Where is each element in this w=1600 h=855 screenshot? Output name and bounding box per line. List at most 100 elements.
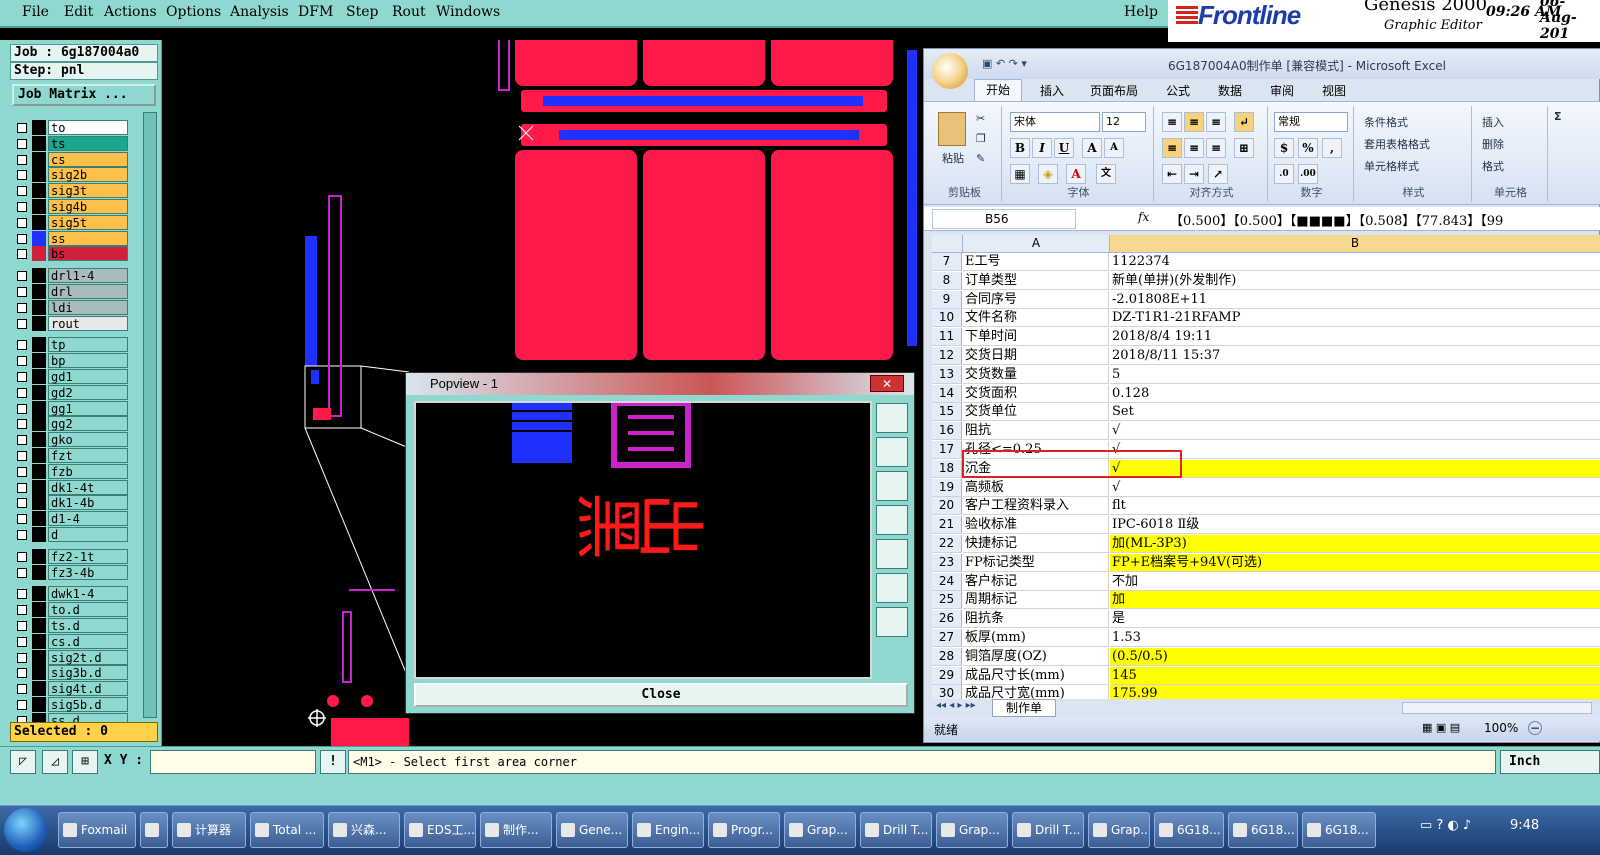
layer-checkbox[interactable] bbox=[17, 498, 27, 509]
layer-row-to.d[interactable]: to.d bbox=[12, 602, 130, 618]
taskbar-item[interactable]: 制作... bbox=[480, 812, 552, 848]
layer-row-d1-4[interactable]: d1-4 bbox=[12, 511, 130, 527]
layer-row-fzb[interactable]: fzb bbox=[12, 463, 130, 479]
layer-checkbox[interactable] bbox=[17, 356, 27, 367]
cell-a[interactable]: 板厚(mm) bbox=[963, 629, 1109, 647]
zoom-out-icon[interactable]: − bbox=[1528, 721, 1542, 735]
row-header[interactable]: 30 bbox=[932, 685, 962, 699]
layer-row-ts.d[interactable]: ts.d bbox=[12, 618, 130, 633]
layer-checkbox[interactable] bbox=[17, 605, 27, 616]
layer-row-fz2-1t[interactable]: fz2-1t bbox=[12, 548, 130, 564]
xy-input[interactable] bbox=[150, 750, 316, 774]
taskbar-item[interactable]: Engin... bbox=[632, 812, 704, 848]
layer-row-sig3t[interactable]: sig3t bbox=[12, 183, 130, 199]
format-as-table-button[interactable]: 套用表格格式 bbox=[1364, 136, 1430, 152]
layer-row-dwk1-4[interactable]: dwk1-4 bbox=[12, 586, 130, 602]
cell-a[interactable]: FP标记类型 bbox=[963, 553, 1109, 572]
layer-checkbox[interactable] bbox=[17, 318, 27, 329]
cell-a[interactable]: 客户标记 bbox=[963, 572, 1109, 591]
layer-row-drl1-4[interactable]: drl1-4 bbox=[12, 268, 130, 284]
insert-cells-button[interactable]: 插入 bbox=[1482, 114, 1504, 130]
layer-name[interactable]: cs.d bbox=[48, 633, 128, 649]
layer-checkbox[interactable] bbox=[17, 340, 27, 351]
layer-name[interactable]: d1-4 bbox=[48, 511, 128, 527]
layer-name[interactable]: drl bbox=[48, 284, 128, 299]
popview-canvas[interactable]: 出黑 bbox=[414, 400, 872, 679]
sheet-tab-active[interactable]: 制作单 bbox=[992, 699, 1056, 717]
layer-checkbox[interactable] bbox=[17, 700, 27, 710]
popview-zoom-out-button[interactable] bbox=[876, 607, 908, 637]
cell-a[interactable]: 下单时间 bbox=[963, 328, 1109, 347]
wrap-text-icon[interactable]: ↵ bbox=[1234, 112, 1254, 132]
row-header[interactable]: 15 bbox=[932, 403, 962, 422]
copy-icon[interactable]: ❐ bbox=[976, 132, 986, 145]
layer-name[interactable]: gko bbox=[48, 432, 128, 448]
layer-checkbox[interactable] bbox=[17, 138, 27, 149]
align-center-icon[interactable]: ≡ bbox=[1184, 138, 1204, 158]
taskbar-item[interactable]: EDS工... bbox=[404, 812, 476, 848]
cell-a[interactable]: 交货面积 bbox=[963, 384, 1109, 403]
font-color-icon[interactable]: A bbox=[1066, 164, 1086, 184]
cell-styles-button[interactable]: 单元格样式 bbox=[1364, 158, 1419, 174]
row-header[interactable]: 9 bbox=[932, 290, 962, 309]
layer-checkbox[interactable] bbox=[17, 233, 27, 244]
phonetic-icon[interactable]: 文 bbox=[1096, 164, 1116, 184]
cell-a[interactable]: 阻抗条 bbox=[963, 610, 1109, 629]
sheet-nav-arrows-icon[interactable]: ◂◂ ◂ ▸ ▸▸ bbox=[936, 700, 976, 711]
accounting-format-icon[interactable]: $ bbox=[1274, 138, 1294, 158]
increase-indent-icon[interactable]: ⇥ bbox=[1184, 164, 1204, 184]
layer-row-bp[interactable]: bp bbox=[12, 353, 130, 369]
tab-page-layout[interactable]: 页面布局 bbox=[1090, 82, 1138, 99]
layer-checkbox[interactable] bbox=[17, 249, 27, 260]
font-size-box[interactable]: 12 bbox=[1102, 112, 1146, 132]
delete-cells-button[interactable]: 删除 bbox=[1482, 136, 1504, 152]
horizontal-scrollbar[interactable] bbox=[1402, 702, 1592, 714]
layer-checkbox[interactable] bbox=[17, 186, 27, 197]
layer-row-sig4b[interactable]: sig4b bbox=[12, 199, 130, 214]
quick-access-save-icon[interactable]: ▣ ↶ ↷ ▾ bbox=[982, 57, 1027, 70]
view-buttons-icon[interactable]: ▦ ▣ ▤ bbox=[1422, 721, 1460, 734]
paste-icon[interactable] bbox=[938, 112, 966, 146]
layer-checkbox[interactable] bbox=[17, 435, 27, 446]
layer-name[interactable]: sig4b bbox=[48, 199, 128, 214]
zoom-level[interactable]: 100% bbox=[1484, 721, 1518, 735]
cell-a[interactable]: 阻抗 bbox=[963, 422, 1109, 441]
layer-row-gd2[interactable]: gd2 bbox=[12, 384, 130, 400]
layer-checkbox[interactable] bbox=[17, 154, 27, 165]
layer-checkbox[interactable] bbox=[17, 551, 27, 562]
cell-a[interactable]: 快捷标记 bbox=[963, 535, 1109, 553]
layer-row-cs.d[interactable]: cs.d bbox=[12, 633, 130, 649]
taskbar-item[interactable]: Total ... bbox=[250, 812, 324, 848]
cell-a[interactable]: 合同序号 bbox=[963, 290, 1109, 309]
cell-a[interactable]: 订单类型 bbox=[963, 271, 1109, 290]
layer-name[interactable]: ts.d bbox=[48, 618, 128, 633]
cell-b[interactable]: 加 bbox=[1110, 591, 1600, 610]
layer-row-sig5b.d[interactable]: sig5b.d bbox=[12, 697, 130, 712]
layer-name[interactable]: fzt bbox=[48, 448, 128, 463]
layer-checkbox[interactable] bbox=[17, 636, 27, 647]
taskbar-item[interactable]: Grap... bbox=[936, 812, 1008, 848]
layer-checkbox[interactable] bbox=[17, 372, 27, 382]
format-cells-button[interactable]: 格式 bbox=[1482, 158, 1504, 174]
name-box[interactable]: B56 bbox=[932, 209, 1076, 229]
cell-b[interactable]: 1122374 bbox=[1110, 253, 1600, 271]
layer-row-to[interactable]: to bbox=[12, 120, 130, 135]
select-all-corner[interactable] bbox=[932, 235, 963, 253]
layer-name[interactable]: bp bbox=[48, 353, 128, 369]
taskbar-item[interactable]: 6G18... bbox=[1228, 812, 1298, 848]
column-header-b[interactable]: B bbox=[1110, 235, 1600, 253]
layer-row-rout[interactable]: rout bbox=[12, 315, 130, 331]
cell-a[interactable]: 成品尺寸宽(mm) bbox=[963, 685, 1109, 699]
layer-checkbox[interactable] bbox=[17, 652, 27, 663]
taskbar-item[interactable]: Grap... bbox=[784, 812, 856, 848]
cell-b[interactable]: 是 bbox=[1110, 610, 1600, 629]
decrease-decimal-icon[interactable]: .00 bbox=[1298, 164, 1318, 184]
layer-name[interactable]: sig4t.d bbox=[48, 681, 128, 697]
cell-b[interactable]: flt bbox=[1110, 497, 1600, 516]
layer-checkbox[interactable] bbox=[17, 684, 27, 695]
italic-button[interactable]: I bbox=[1032, 138, 1052, 158]
layer-row-dk1-4b[interactable]: dk1-4b bbox=[12, 495, 130, 511]
tab-view[interactable]: 视图 bbox=[1322, 82, 1346, 99]
cell-a[interactable]: 成品尺寸长(mm) bbox=[963, 666, 1109, 685]
layer-row-gd1[interactable]: gd1 bbox=[12, 369, 130, 384]
